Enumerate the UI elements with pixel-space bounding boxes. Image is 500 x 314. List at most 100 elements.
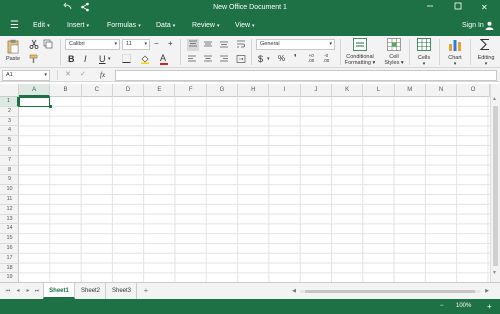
column-header[interactable]: J xyxy=(301,84,332,97)
align-middle-icon[interactable] xyxy=(203,39,213,51)
row-header[interactable]: 4 xyxy=(0,126,19,137)
column-header[interactable]: H xyxy=(238,84,270,97)
row-header[interactable]: 17 xyxy=(0,254,19,264)
row-header[interactable]: 6 xyxy=(0,146,19,156)
row-header[interactable]: 5 xyxy=(0,136,19,146)
menu-review[interactable]: Review ▾ xyxy=(192,22,219,29)
decrease-decimal-button[interactable]: -0 .00 xyxy=(323,53,329,63)
column-header[interactable]: C xyxy=(82,84,113,97)
borders-icon[interactable] xyxy=(122,54,131,65)
sheet-tab-sheet3[interactable]: Sheet3 xyxy=(107,283,137,299)
sheet-tab-sheet1[interactable]: Sheet1 xyxy=(43,283,75,299)
percent-button[interactable]: % xyxy=(278,54,285,64)
column-header[interactable]: D xyxy=(113,84,145,97)
select-all-corner[interactable] xyxy=(0,84,19,97)
menu-data[interactable]: Data ▾ xyxy=(156,22,175,29)
align-center-icon[interactable] xyxy=(203,54,213,66)
decrease-font-size-button[interactable]: − xyxy=(154,39,159,49)
column-header[interactable]: A xyxy=(19,84,51,97)
align-left-icon[interactable] xyxy=(187,54,197,66)
sign-in-link[interactable]: Sign In xyxy=(462,22,484,29)
next-sheet-icon[interactable]: ▸ xyxy=(24,283,32,299)
vertical-scrollbar[interactable]: ▲ ▼ xyxy=(490,84,500,282)
cell-grid[interactable] xyxy=(19,97,490,282)
chevron-down-icon[interactable]: ▾ xyxy=(108,54,111,64)
insert-function-button[interactable]: fx xyxy=(100,70,105,80)
column-header[interactable]: E xyxy=(144,84,176,97)
format-painter-icon[interactable] xyxy=(29,54,39,66)
comma-style-button[interactable]: ❜ xyxy=(294,53,297,63)
column-header[interactable]: O xyxy=(457,84,490,97)
bold-button[interactable]: B xyxy=(68,54,75,64)
zoom-level[interactable]: 100% xyxy=(456,303,471,309)
row-header[interactable]: 15 xyxy=(0,234,19,244)
sheet-tab-sheet2[interactable]: Sheet2 xyxy=(76,283,106,299)
font-name-select[interactable]: Calibri ▾ xyxy=(65,39,120,50)
row-header[interactable]: 2 xyxy=(0,107,19,117)
font-color-button[interactable]: A xyxy=(160,53,168,65)
active-cell[interactable] xyxy=(19,97,52,109)
chevron-down-icon[interactable]: ▾ xyxy=(414,61,434,67)
vertical-scroll-thumb[interactable] xyxy=(493,106,498,266)
column-header[interactable]: K xyxy=(332,84,364,97)
prev-sheet-icon[interactable]: ◂ xyxy=(14,283,22,299)
zoom-out-button[interactable]: − xyxy=(440,303,444,309)
close-icon[interactable]: ✕ xyxy=(481,2,488,14)
first-sheet-icon[interactable]: ⏮ xyxy=(4,283,12,299)
column-header[interactable]: M xyxy=(395,84,426,97)
column-header[interactable]: L xyxy=(363,84,395,97)
align-bottom-icon[interactable] xyxy=(219,39,229,51)
row-header[interactable]: 1 xyxy=(0,97,19,107)
merge-cells-icon[interactable] xyxy=(236,54,246,66)
scroll-down-icon[interactable]: ▼ xyxy=(492,270,497,276)
row-header[interactable]: 13 xyxy=(0,215,19,225)
add-sheet-button[interactable]: + xyxy=(141,283,151,299)
hamburger-menu-icon[interactable]: ☰ xyxy=(10,20,19,31)
sum-icon[interactable] xyxy=(479,38,491,53)
row-header[interactable]: 9 xyxy=(0,175,19,186)
row-header[interactable]: 14 xyxy=(0,224,19,235)
scroll-up-icon[interactable]: ▲ xyxy=(492,96,497,102)
scroll-left-icon[interactable]: ◀ xyxy=(290,283,298,299)
column-header[interactable]: N xyxy=(426,84,458,97)
underline-button[interactable]: U xyxy=(99,54,106,64)
cut-icon[interactable] xyxy=(29,39,39,51)
menu-view[interactable]: View ▾ xyxy=(235,22,255,29)
align-right-icon[interactable] xyxy=(219,54,229,66)
cells-icon[interactable] xyxy=(417,38,431,53)
row-header[interactable]: 16 xyxy=(0,244,19,254)
currency-button[interactable]: $ xyxy=(258,54,263,64)
minimize-icon[interactable] xyxy=(425,1,435,14)
row-header[interactable]: 8 xyxy=(0,166,19,176)
row-header[interactable]: 10 xyxy=(0,185,19,195)
menu-insert[interactable]: Insert ▾ xyxy=(67,22,89,29)
fill-handle[interactable] xyxy=(48,105,52,109)
paste-label[interactable]: Paste xyxy=(5,56,21,62)
formula-input[interactable] xyxy=(115,69,497,81)
conditional-formatting-icon[interactable] xyxy=(353,38,367,53)
align-top-icon[interactable] xyxy=(187,39,199,51)
menu-edit[interactable]: Edit ▾ xyxy=(33,22,50,29)
increase-decimal-button[interactable]: +0 .00 xyxy=(308,53,314,63)
chevron-down-icon[interactable]: ▾ xyxy=(267,54,270,64)
wrap-text-icon[interactable] xyxy=(236,39,246,51)
cell-styles-icon[interactable] xyxy=(387,38,401,53)
chart-icon[interactable] xyxy=(448,38,462,53)
chevron-down-icon[interactable]: ▾ xyxy=(474,61,498,67)
column-header[interactable]: B xyxy=(50,84,82,97)
menu-formulas[interactable]: Formulas ▾ xyxy=(107,22,141,29)
row-header[interactable]: 12 xyxy=(0,205,19,215)
chevron-down-icon[interactable]: ▾ xyxy=(444,61,466,67)
confirm-edit-icon[interactable]: ✓ xyxy=(80,70,86,80)
fill-color-icon[interactable] xyxy=(140,54,150,66)
number-format-select[interactable]: General ▾ xyxy=(256,39,335,50)
row-header[interactable]: 3 xyxy=(0,117,19,127)
user-icon[interactable] xyxy=(485,21,494,32)
conditional-formatting-label[interactable]: Conditional Formatting ▾ xyxy=(343,54,377,66)
horizontal-scroll-thumb[interactable] xyxy=(305,290,475,293)
zoom-in-button[interactable]: + xyxy=(487,302,492,311)
cancel-edit-icon[interactable]: ✕ xyxy=(65,70,71,80)
copy-icon[interactable] xyxy=(43,39,53,51)
last-sheet-icon[interactable]: ⏭ xyxy=(33,283,41,299)
italic-button[interactable]: I xyxy=(84,54,87,64)
